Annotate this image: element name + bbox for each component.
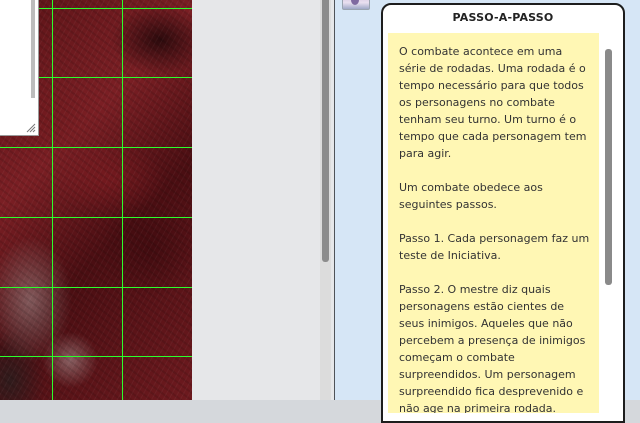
map-canvas[interactable] [0,0,192,400]
grid-line [122,0,123,400]
handout-note: O combate acontece em uma série de rodad… [388,33,599,413]
note-paragraph: O combate acontece em uma série de rodad… [399,45,587,160]
note-paragraph: Passo 1. Cada personagem faz um teste de… [399,232,590,262]
handout-window: Passo-a-Passo O combate acontece em uma … [381,3,625,423]
right-panel: Passo-a-Passo O combate acontece em uma … [335,0,640,423]
grid-line [0,147,192,148]
chat-textarea[interactable] [0,0,39,136]
note-paragraph: Um combate obedece aos seguintes passos. [399,181,543,211]
middle-panel [192,0,334,400]
handout-title: Passo-a-Passo [452,11,554,24]
grid-line [0,217,192,218]
grid-line [0,356,192,357]
textarea-scrollbar[interactable] [31,0,35,98]
note-paragraph: Passo 2. O mestre diz quais personagens … [399,283,586,413]
grid-line [52,0,53,400]
grid-line [0,287,192,288]
middle-scrollbar-thumb[interactable] [322,0,329,262]
resize-grip-icon[interactable] [26,123,36,133]
handout-scrollbar-thumb[interactable] [605,49,612,285]
avatar[interactable] [342,0,370,10]
